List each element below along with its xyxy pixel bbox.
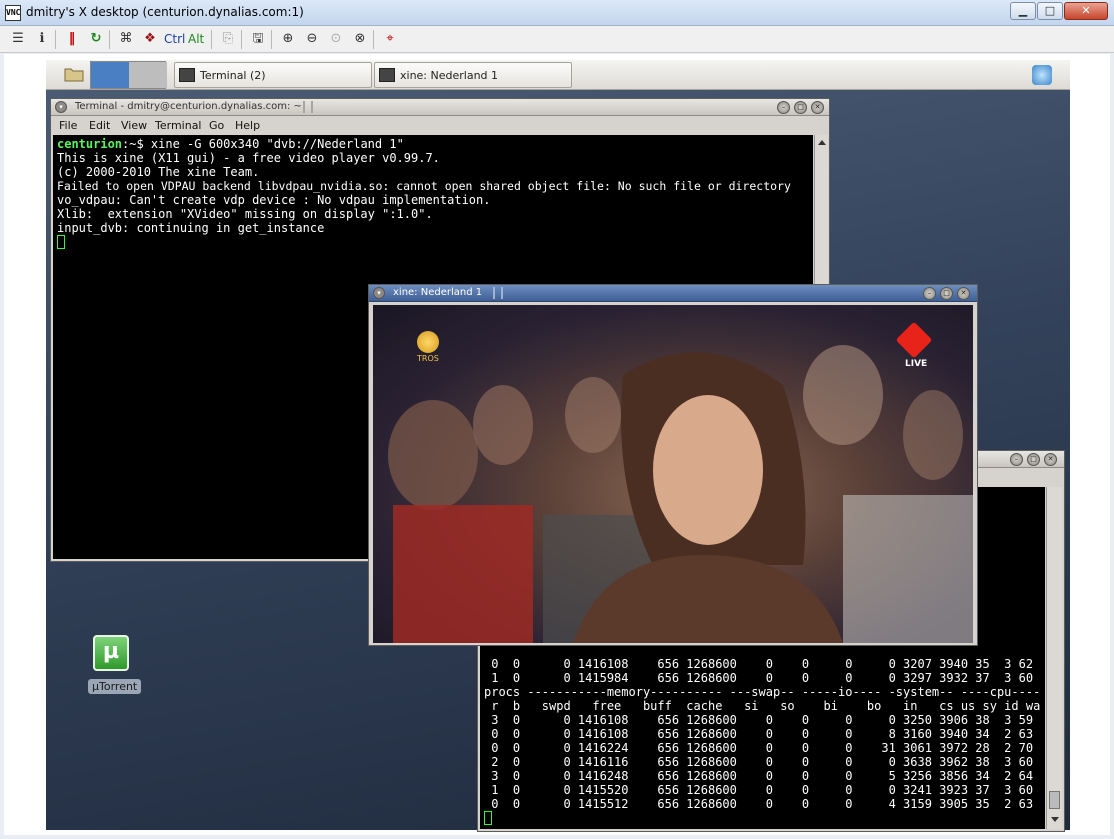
vmstat-row: 1 0 0 1415984 656 1268600 0 0 0 0 3297 3… [484, 671, 1045, 685]
menu-edit[interactable]: Edit [89, 119, 110, 132]
terminal-menubar: File Edit View Terminal Go Help [51, 117, 829, 135]
minimize-icon[interactable]: – [777, 101, 790, 114]
terminal-line: Xlib: extension "XVideo" missing on disp… [57, 207, 433, 221]
video-image [388, 345, 973, 643]
vnc-toolbar: ☰ ℹ ‖ ↻ ⌘ ❖ Ctrl Alt ⎘ 🖫 ⊕ ⊖ ⊙ ⊗ ⌖ [0, 26, 1114, 53]
close-button[interactable]: ✕ [1064, 2, 1108, 20]
top-panel: Terminal (2) xine: Nederland 1 [46, 60, 1070, 90]
folder-icon[interactable] [64, 66, 84, 82]
clipboard-icon[interactable]: ⎘ [218, 29, 238, 49]
workspace-pager[interactable] [90, 61, 167, 89]
minimize-button[interactable]: ▁ [1010, 2, 1036, 20]
terminal-line: input_dvb: continuing in get_instance [57, 221, 325, 235]
pause-icon[interactable]: ‖ [62, 29, 82, 49]
zoom-out-icon[interactable]: ⊖ [302, 29, 322, 49]
maximize-icon: □ [1044, 4, 1056, 17]
refresh-icon[interactable]: ↻ [86, 29, 106, 49]
toolbar-separator [271, 30, 272, 49]
titlebar-grip [303, 101, 313, 113]
workspace-1[interactable] [91, 62, 129, 88]
menu-help[interactable]: Help [235, 119, 260, 132]
maximize-icon[interactable]: □ [794, 101, 807, 114]
toolbar-separator [373, 30, 374, 49]
vmstat-scrollbar[interactable] [1046, 487, 1062, 829]
terminal-line: This is xine (X11 gui) - a free video pl… [57, 151, 440, 165]
terminal-line: (c) 2000-2010 The xine Team. [57, 165, 260, 179]
vnc-titlebar: VNC dmitry's X desktop (centurion.dynali… [0, 0, 1114, 26]
terminal-line: vo_vdpau: Can't create vdp device : No v… [57, 193, 491, 207]
xine-titlebar[interactable]: ▾ xine: Nederland 1 – □ ✕ [369, 285, 977, 302]
close-icon[interactable]: ✕ [811, 101, 824, 114]
maximize-icon[interactable]: □ [940, 287, 953, 300]
utorrent-icon-label[interactable]: µTorrent [88, 679, 142, 694]
toolbar-separator [211, 30, 212, 49]
win-key-icon[interactable]: ❖ [140, 29, 160, 49]
close-icon: ✕ [1081, 4, 1091, 17]
menu-go[interactable]: Go [209, 119, 224, 132]
video-frame[interactable]: TROS LIVE [373, 305, 973, 643]
terminal-line: Failed to open VDPAU backend libvdpau_nv… [57, 179, 791, 193]
titlebar-grip [493, 287, 503, 299]
toolbar-separator [241, 30, 242, 49]
vmstat-row: 0 0 0 1416224 656 1268600 0 0 0 31 3061 … [484, 741, 1045, 755]
vmstat-row: 3 0 0 1416108 656 1268600 0 0 0 0 3250 3… [484, 713, 1045, 727]
vmstat-row: r b swpd free buff cache si so bi bo in … [484, 699, 1041, 713]
taskbar-item-terminal[interactable]: Terminal (2) [174, 62, 372, 88]
maximize-button[interactable]: □ [1037, 2, 1063, 20]
minimize-icon[interactable]: – [1010, 453, 1023, 466]
minimize-icon: ▁ [1018, 4, 1028, 17]
utorrent-desktop-icon[interactable]: µ [93, 635, 129, 671]
terminal-title: Terminal - dmitry@centurion.dynalias.com… [75, 101, 302, 112]
menu-view[interactable]: View [121, 119, 147, 132]
live-badge: LIVE [905, 359, 928, 369]
window-title: dmitry's X desktop (centurion.dynalias.c… [26, 5, 304, 19]
window-menu-icon[interactable]: ▾ [373, 287, 385, 299]
terminal-icon [179, 68, 195, 82]
vmstat-row: 0 0 0 1416108 656 1268600 0 0 0 0 3207 3… [484, 657, 1045, 671]
vmstat-row: 1 0 0 1415520 656 1268600 0 0 0 0 3241 3… [484, 783, 1045, 797]
options-icon[interactable]: ☰ [8, 29, 28, 49]
network-tray-icon[interactable] [1032, 65, 1052, 85]
remote-framebuffer[interactable]: Terminal (2) xine: Nederland 1 ▾ Termina… [4, 54, 1110, 835]
save-icon[interactable]: 🖫 [248, 29, 268, 49]
terminal-cursor [484, 811, 492, 825]
menu-terminal[interactable]: Terminal [155, 119, 202, 132]
minimize-icon[interactable]: – [923, 287, 936, 300]
scrollbar-thumb[interactable] [1049, 791, 1060, 809]
vmstat-row: 0 0 0 1415512 656 1268600 0 0 0 4 3159 3… [484, 797, 1045, 811]
connection-info-icon[interactable]: ℹ [32, 29, 52, 49]
alt-key-button[interactable]: Alt [188, 29, 204, 49]
taskbar-item-xine[interactable]: xine: Nederland 1 [374, 62, 572, 88]
toolbar-separator [109, 30, 110, 49]
terminal-cursor [57, 235, 65, 249]
maximize-icon[interactable]: □ [1027, 453, 1040, 466]
xine-title: xine: Nederland 1 [393, 287, 483, 298]
zoom-fit-icon[interactable]: ⊗ [350, 29, 370, 49]
toolbar-separator [55, 30, 56, 49]
zoom-in-icon[interactable]: ⊕ [278, 29, 298, 49]
vmstat-row: 2 0 0 1416116 656 1268600 0 0 0 0 3638 3… [484, 755, 1045, 769]
channel-logo-text: TROS [417, 354, 439, 363]
vmstat-row: procs -----------memory---------- ---swa… [484, 685, 1041, 699]
vmstat-row: 3 0 0 1416248 656 1268600 0 0 0 5 3256 3… [484, 769, 1045, 783]
workspace-2[interactable] [129, 62, 167, 88]
close-icon[interactable]: ✕ [957, 287, 970, 300]
vmstat-row: 0 0 0 1416108 656 1268600 0 0 0 8 3160 3… [484, 727, 1045, 741]
terminal-titlebar[interactable]: ▾ Terminal - dmitry@centurion.dynalias.c… [51, 99, 829, 116]
terminal-prompt-line: centurion:~$ xine -G 600x340 "dvb://Nede… [57, 137, 404, 151]
vnc-app-icon: VNC [5, 5, 21, 21]
fullscreen-icon[interactable]: ⌖ [380, 29, 400, 49]
xine-window[interactable]: ▾ xine: Nederland 1 – □ ✕ TROS LIVE [368, 284, 978, 646]
xine-icon [379, 68, 395, 82]
remote-desktop[interactable]: Terminal (2) xine: Nederland 1 ▾ Termina… [46, 60, 1070, 832]
channel-logo-icon [417, 331, 439, 353]
menu-file[interactable]: File [59, 119, 77, 132]
zoom-100-icon[interactable]: ⊙ [326, 29, 346, 49]
ctrl-alt-del-icon[interactable]: ⌘ [116, 29, 136, 49]
ctrl-key-button[interactable]: Ctrl [164, 29, 185, 49]
close-icon[interactable]: ✕ [1044, 453, 1057, 466]
window-menu-icon[interactable]: ▾ [55, 101, 67, 113]
